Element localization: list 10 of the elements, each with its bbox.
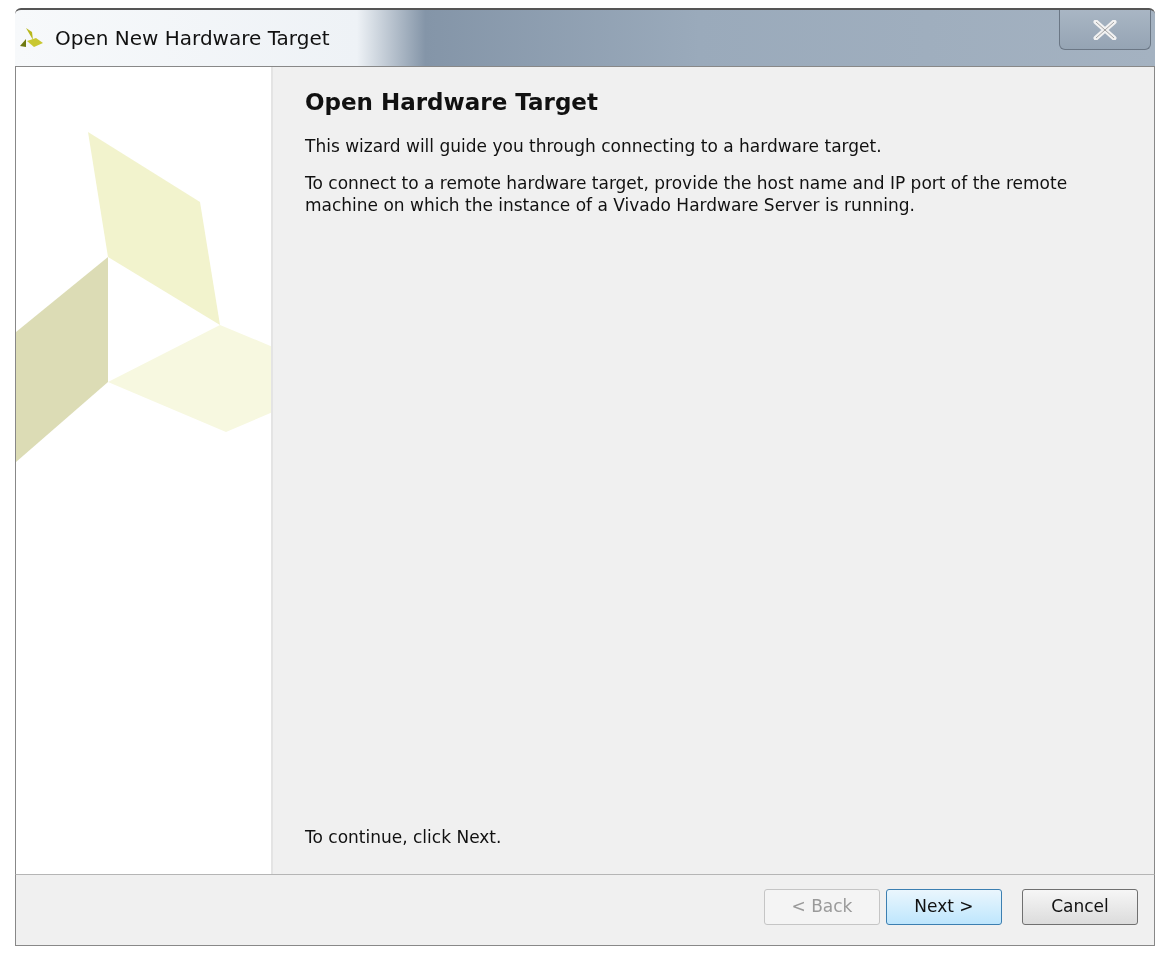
description-text: This wizard will guide you through connecting to a hardware target.: [305, 134, 883, 158]
window-title: Open New Hardware Target: [55, 25, 330, 52]
wizard-button[interactable]: Cancel: [1022, 889, 1138, 925]
wizard-button[interactable]: Next >: [886, 889, 1002, 925]
close-button[interactable]: [1059, 10, 1151, 50]
instruction-text: To continue, click Next.: [305, 825, 503, 849]
description-text: To connect to a remote hardware target, provide the host name and IP port of the remote machine on which the instance of a Vivado Hardware Server is running.: [305, 171, 1069, 218]
page-heading: Open Hardware Target: [305, 89, 599, 117]
close-icon: [1093, 19, 1117, 40]
app-logo-icon: [19, 27, 45, 49]
